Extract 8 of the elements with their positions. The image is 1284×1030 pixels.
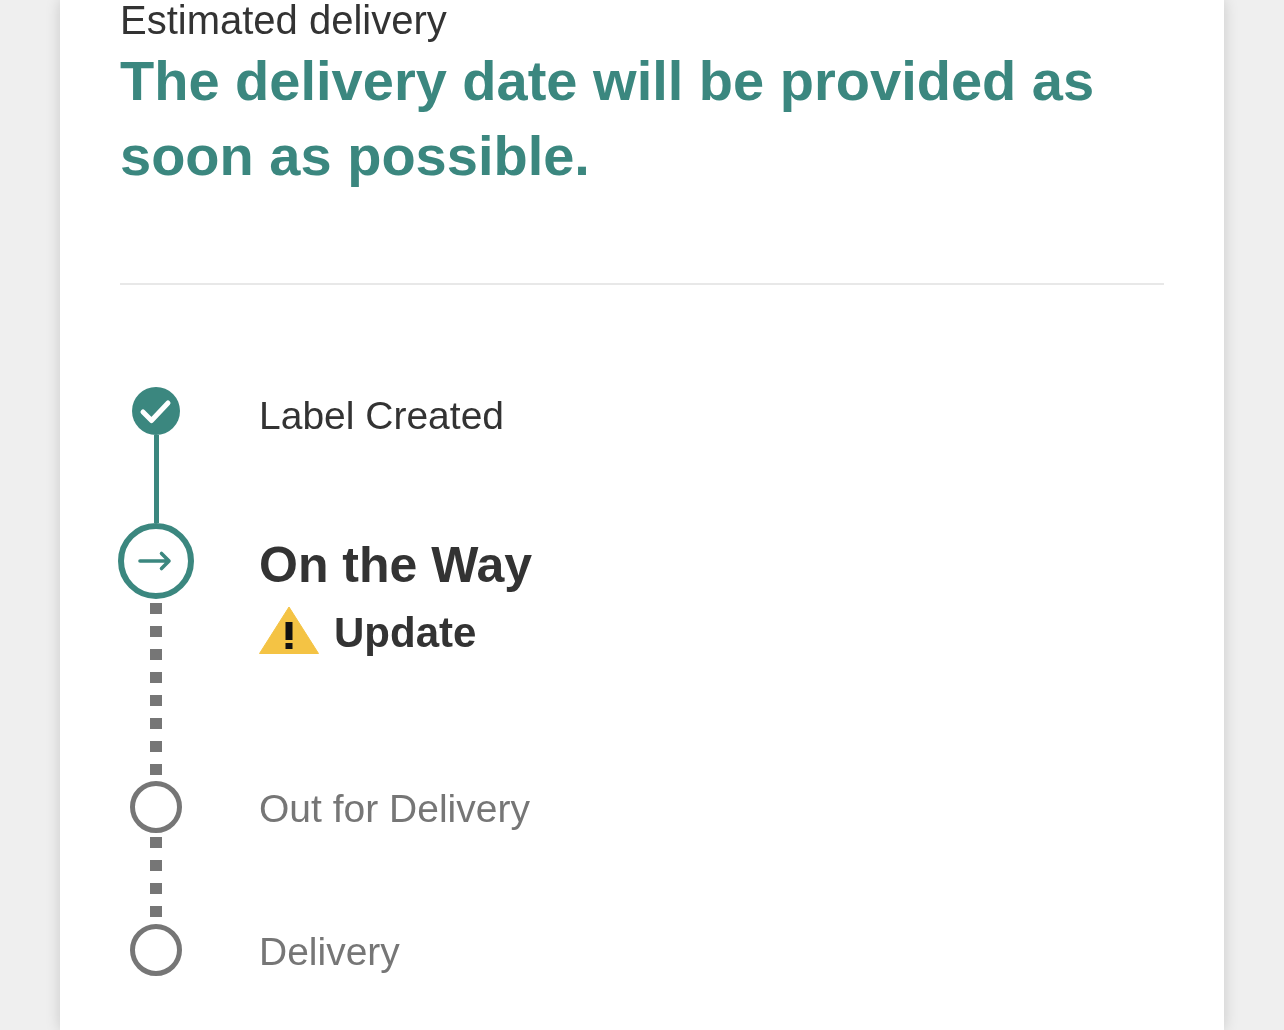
step-label: On the Way [259,536,533,595]
step-label: Out for Delivery [259,786,530,832]
warning-icon [259,606,319,654]
update-text: Update [334,609,477,657]
estimated-delivery-label: Estimated delivery [120,0,447,40]
step-label: Label Created [259,393,504,439]
step-label: Delivery [259,929,400,975]
delivery-date-message: The delivery date will be provided as soon as possible. [120,48,1096,189]
